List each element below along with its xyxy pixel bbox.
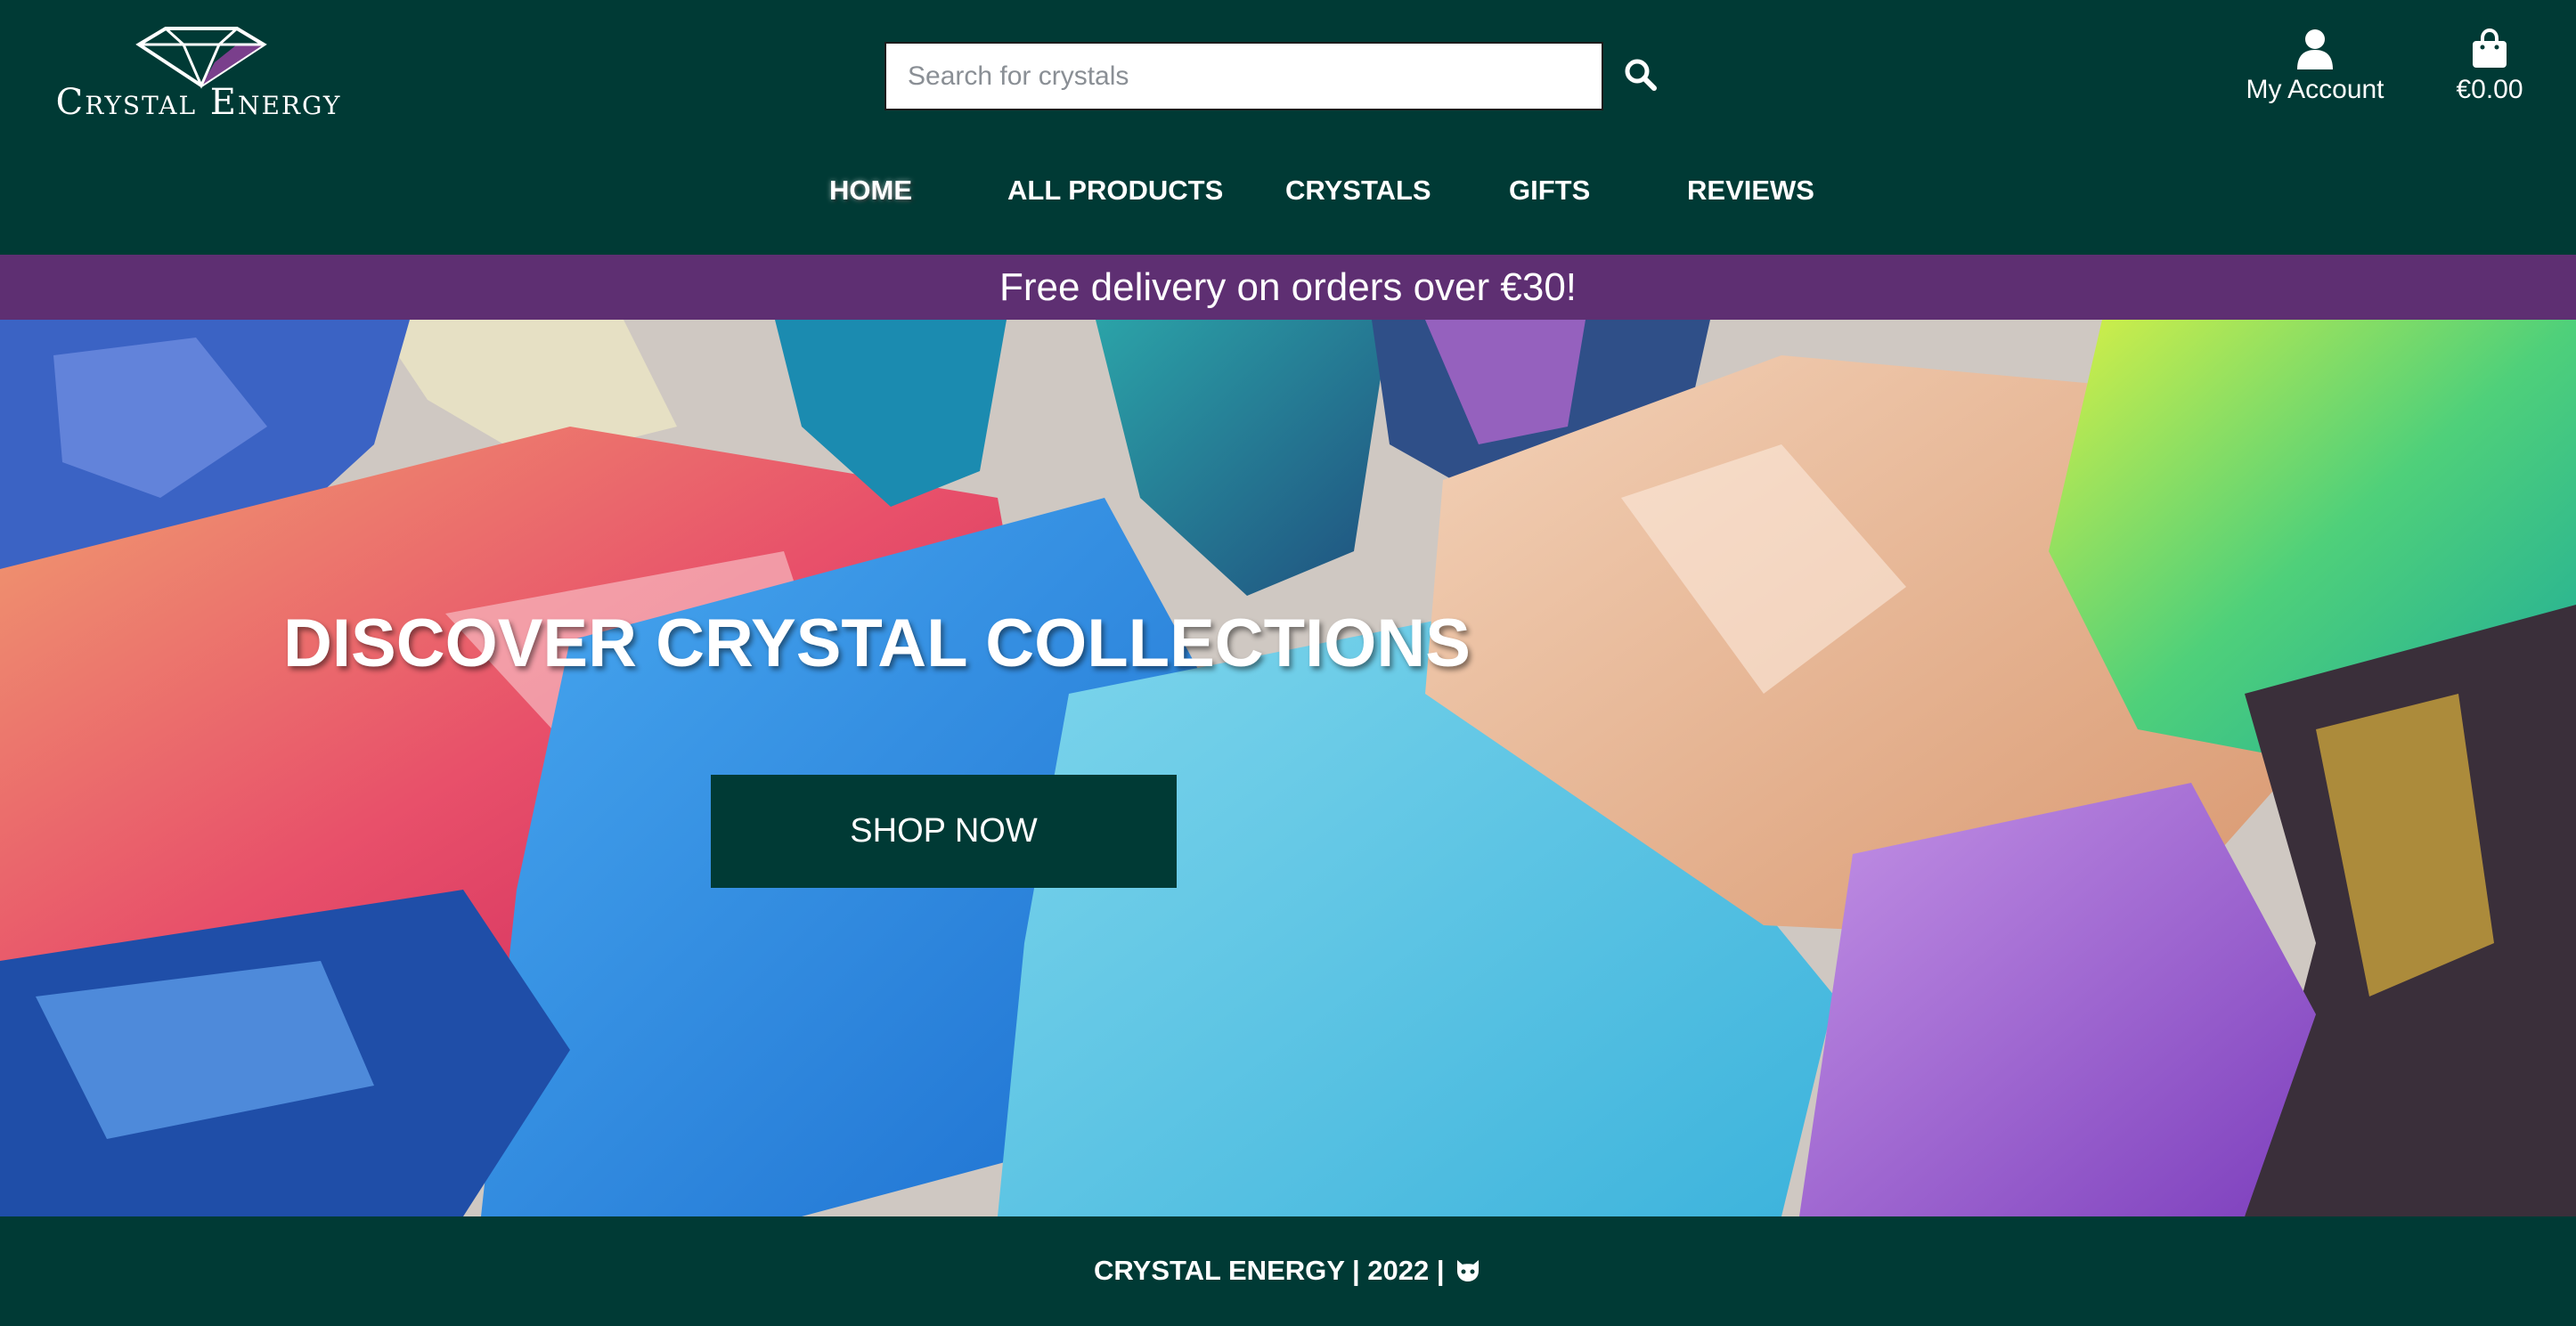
main-nav: HOME ALL PRODUCTS CRYSTALS GIFTS REVIEWS xyxy=(0,175,2576,233)
nav-item-crystals[interactable]: CRYSTALS xyxy=(1285,175,1431,207)
search-box xyxy=(884,42,1603,110)
site-header: Crystal Energy My Account €0.00 HOME ALL… xyxy=(0,0,2576,255)
search-input[interactable] xyxy=(886,44,1602,109)
search-icon xyxy=(1625,59,1657,91)
nav-item-reviews[interactable]: REVIEWS xyxy=(1687,175,1814,207)
search-button[interactable] xyxy=(1623,57,1666,100)
footer-text: CRYSTAL ENERGY | 2022 | xyxy=(1094,1255,1445,1286)
gem-icon xyxy=(135,27,267,89)
my-account-link[interactable]: My Account xyxy=(2243,28,2387,118)
shop-now-button[interactable]: SHOP NOW xyxy=(711,775,1177,888)
logo[interactable]: Crystal Energy xyxy=(52,27,346,126)
site-footer: CRYSTAL ENERGY | 2022 | xyxy=(0,1216,2576,1326)
github-icon[interactable] xyxy=(1454,1257,1482,1283)
my-account-label: My Account xyxy=(2246,75,2384,104)
nav-item-gifts[interactable]: GIFTS xyxy=(1509,175,1590,207)
shopping-bag-icon xyxy=(2473,28,2507,68)
nav-item-all-products[interactable]: ALL PRODUCTS xyxy=(1007,175,1223,207)
delivery-banner-text: Free delivery on orders over €30! xyxy=(999,265,1577,309)
bag-total: €0.00 xyxy=(2456,75,2523,104)
user-icon xyxy=(2297,29,2333,69)
hero-crystal-image xyxy=(0,320,2576,1216)
shopping-bag-link[interactable]: €0.00 xyxy=(2441,28,2539,118)
delivery-banner: Free delivery on orders over €30! xyxy=(0,255,2576,320)
logo-text: Crystal Energy xyxy=(55,82,342,123)
nav-item-home[interactable]: HOME xyxy=(829,175,912,207)
hero-section: DISCOVER CRYSTAL COLLECTIONS SHOP NOW xyxy=(0,320,2576,1216)
hero-title: DISCOVER CRYSTAL COLLECTIONS xyxy=(283,606,1471,681)
